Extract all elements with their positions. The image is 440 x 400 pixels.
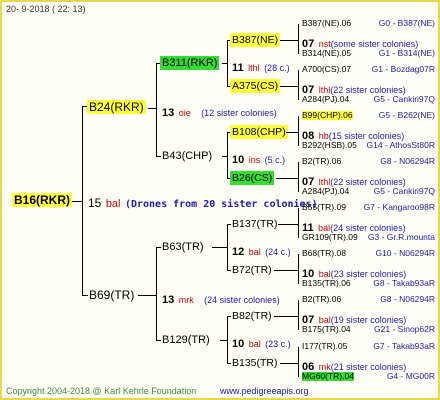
gen4-bottom-queen: B314(NE).05 [302, 48, 352, 58]
gen4-bottom-queen: B175(TR).04 [302, 324, 351, 334]
gen4-bottom-generation: G4 - MG00R [386, 371, 435, 381]
gen3-queen-2: A375(CS) [230, 79, 281, 93]
header-date: 20- 9-2018 ( 22: 13) [6, 4, 86, 14]
dam-note: (24 sister colonies) [204, 295, 280, 305]
gen4-top-queen: B99(CHP).06 [302, 110, 353, 120]
sire-num: 13 [162, 107, 175, 119]
gen2-info-3: 12 bal (24 c.) [232, 246, 291, 258]
gen2-info-1: 11 lthl (28 c.) [232, 62, 290, 74]
gen4-top-queen: B68(TR).08 [302, 248, 346, 258]
gen4-top-queen: B2(TR).06 [302, 156, 342, 166]
gen4-top-generation: G10 - N06294R [375, 248, 435, 258]
gen4-bottom-generation: G3 - Gr.R.mounta [367, 232, 435, 242]
gen2-queen-3: B63(TR) [162, 241, 204, 253]
gen3-queen-7: B82(TR) [232, 310, 272, 322]
gen4-bottom-generation: G1 - B314(NE) [378, 48, 435, 58]
gen4-bottom-queen: A284(PJ).04 [302, 186, 350, 196]
root-info: 15 bal (Drones from 20 sister colonies) [88, 195, 318, 211]
dam-num: 13 [162, 294, 175, 306]
gen4-top-queen: A700(CS).07 [302, 64, 352, 74]
gen4-bottom-generation: G5 - Cankiri97Q [373, 94, 435, 104]
gen2-queen-1: B311(RKR) [160, 56, 220, 70]
dam-queen: B69(TR) [89, 288, 135, 302]
footer-site-link[interactable]: www.pedigreeapis.org [220, 387, 309, 396]
gen3-queen-1: B387(NE) [230, 33, 281, 47]
root-num: 15 [88, 196, 102, 210]
gen3-queen-8: B135(TR) [232, 357, 278, 369]
gen4-bottom-generation: G14 - AthosSt80R [366, 140, 435, 150]
gen4-bottom-generation: G21 - Sinop62R [374, 324, 435, 334]
sire-code: oie [178, 108, 191, 118]
sire-info: 13 oie (12 sister colonies) [162, 104, 277, 120]
gen4-top-generation: G5 - B262(NE) [378, 110, 435, 120]
gen3-queen-6: B72(TR) [232, 264, 272, 276]
gen4-bottom-queen: B292(HSB).05 [302, 140, 357, 150]
gen3-queen-4: B26(CS) [230, 171, 275, 185]
gen4-top-generation: G8 - N06294R [380, 294, 435, 304]
gen4-top-queen: B2(TR).06 [302, 294, 342, 304]
footer-copyright: Copyright 2004-2018 @ Karl Kehrle Founda… [6, 386, 197, 396]
sire-note: (12 sister colonies) [201, 108, 277, 118]
gen4-bottom-generation: G8 - Takab93aR [373, 278, 435, 288]
root-queen: B16(RKR) [12, 193, 73, 207]
dam-info: 13 mrk (24 sister colonies) [162, 291, 280, 307]
sire-queen: B24(RKR) [87, 100, 146, 114]
gen2-info-2: 10 ins (5 c.) [232, 154, 286, 166]
gen4-top-generation: G0 - B387(NE) [378, 18, 435, 28]
gen2-queen-4: B129(TR) [162, 334, 210, 346]
gen4-bottom-queen: A284(PJ).04 [302, 94, 350, 104]
gen4-top-generation: G7 - Takab93aR [373, 341, 435, 351]
gen4-top-queen: I177(TR).05 [302, 341, 348, 351]
gen2-queen-2: B43(CHP) [162, 150, 213, 162]
gen4-bottom-queen: GR109(TR).09 [302, 232, 358, 242]
gen4-bottom-queen: B135(TR).06 [302, 278, 351, 288]
gen3-queen-5: B137(TR) [232, 218, 278, 230]
root-code: bal [105, 198, 121, 210]
pedigree-chart: 20- 9-2018 ( 22: 13) B16(RKR) 15 bal (Dr… [0, 0, 440, 400]
gen4-top-generation: G8 - N06294R [380, 156, 435, 166]
gen4-bottom-queen: MG60(TR).04 [302, 371, 354, 381]
dam-code: mrk [178, 295, 194, 305]
root-note: (Drones from 20 sister colonies) [124, 199, 318, 210]
gen4-bottom-generation: G5 - Cankiri97Q [373, 186, 435, 196]
gen4-top-generation: G1 - Bozdag07R [371, 64, 435, 74]
gen4-top-generation: G7 - Kangaroo98R [363, 202, 435, 212]
gen4-top-queen: B55(TR).09 [302, 202, 346, 212]
gen3-queen-3: B108(CHP) [230, 125, 288, 139]
gen4-top-queen: B387(NE).06 [302, 18, 352, 28]
gen2-info-4: 10 bal (23 c.) [232, 338, 291, 350]
